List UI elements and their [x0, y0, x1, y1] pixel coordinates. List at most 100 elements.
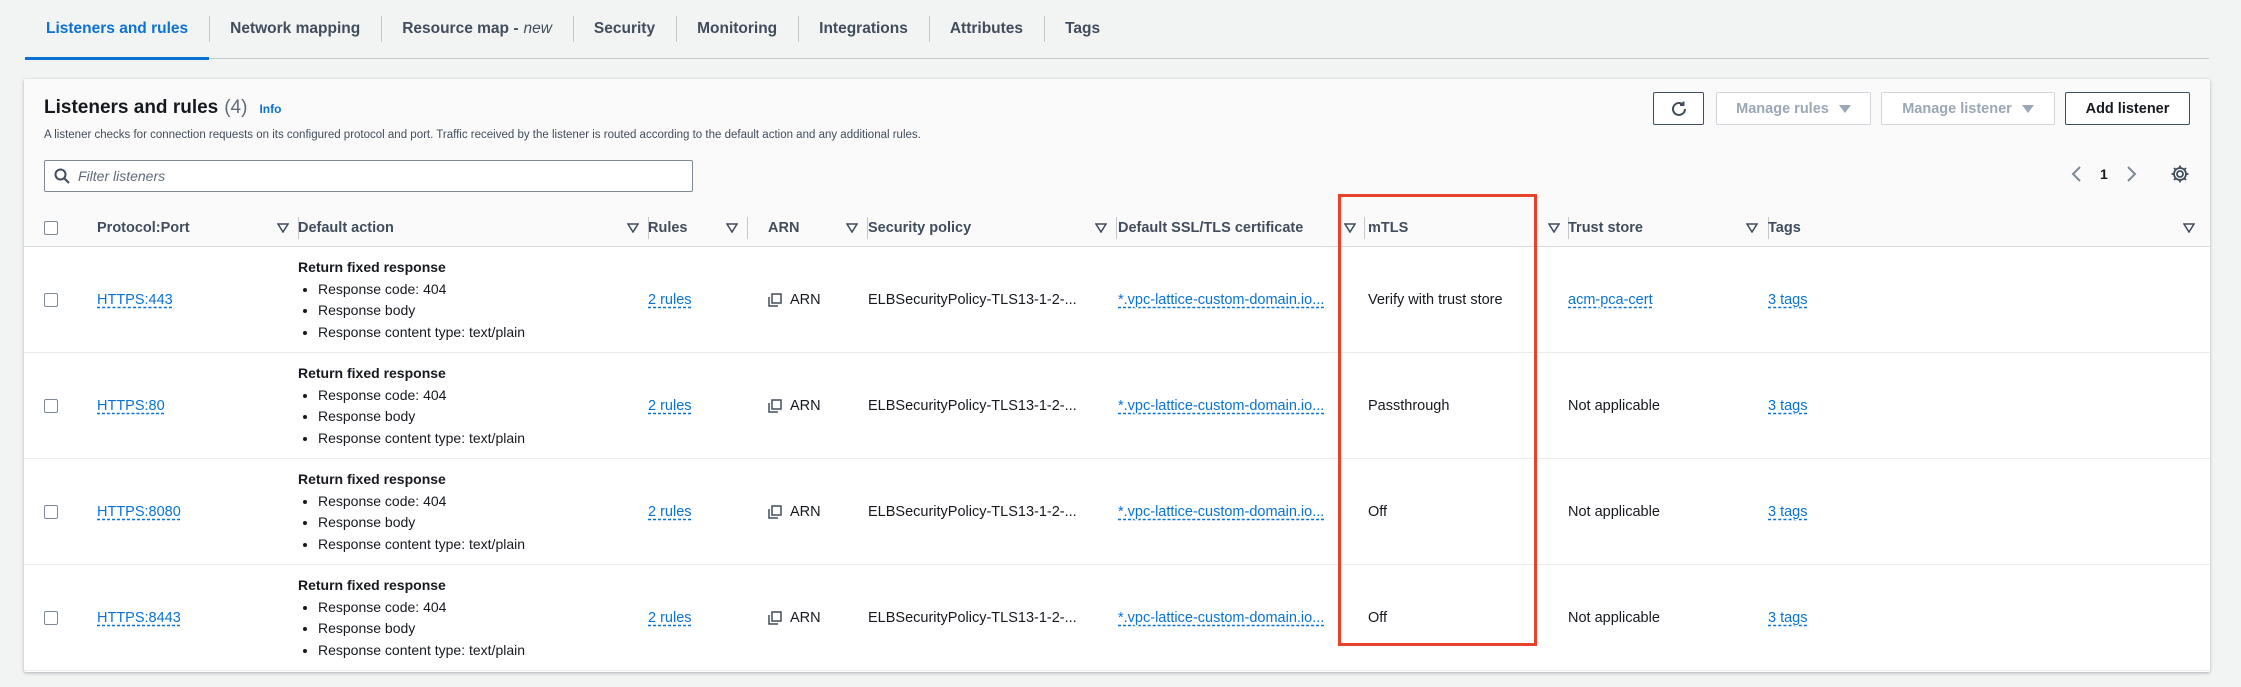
tab-attributes[interactable]: Attributes: [928, 0, 1044, 58]
column-label: mTLS: [1368, 220, 1409, 236]
certificate-link[interactable]: *.vpc-lattice-custom-domain.io...: [1118, 398, 1324, 414]
security-policy-cell: ELBSecurityPolicy-TLS13-1-2-...: [868, 565, 1077, 670]
column-certificate[interactable]: Default SSL/TLS certificate: [1118, 209, 1366, 247]
copy-icon[interactable]: [768, 398, 782, 413]
security-policy-value: ELBSecurityPolicy-TLS13-1-2-...: [868, 503, 1077, 520]
action-detail: Response body: [318, 406, 525, 428]
column-divider[interactable]: [1364, 217, 1365, 239]
column-protocol-port[interactable]: Protocol:Port: [97, 209, 299, 247]
sort-down-icon[interactable]: [2183, 223, 2195, 233]
row-checkbox[interactable]: [44, 504, 58, 519]
security-policy-value: ELBSecurityPolicy-TLS13-1-2-...: [868, 397, 1077, 414]
table-row[interactable]: HTTPS:8080 Return fixed response Respons…: [24, 459, 2210, 565]
listener-link[interactable]: HTTPS:443: [97, 292, 173, 308]
column-mtls[interactable]: mTLS: [1368, 209, 1569, 247]
trust-store-cell: Not applicable: [1568, 353, 1660, 458]
table-row[interactable]: HTTPS:8443 Return fixed response Respons…: [24, 565, 2210, 671]
action-detail: Response content type: text/plain: [318, 428, 525, 450]
manage-listener-label: Manage listener: [1902, 100, 2012, 117]
manage-rules-button[interactable]: Manage rules: [1716, 92, 1871, 125]
certificate-link[interactable]: *.vpc-lattice-custom-domain.io...: [1118, 292, 1324, 308]
certificate-cell: *.vpc-lattice-custom-domain.io...: [1118, 459, 1324, 564]
chevron-left-icon[interactable]: [2070, 165, 2084, 183]
sort-down-icon[interactable]: [1746, 223, 1758, 233]
action-details: Response code: 404 Response body Respons…: [318, 385, 525, 450]
sort-down-icon[interactable]: [277, 223, 289, 233]
copy-icon[interactable]: [768, 292, 782, 307]
tags-link[interactable]: 3 tags: [1768, 398, 1808, 414]
column-tags[interactable]: Tags: [1768, 209, 2210, 247]
arn-cell: ARN: [768, 247, 821, 352]
tags-link[interactable]: 3 tags: [1768, 504, 1808, 520]
sort-down-icon[interactable]: [1095, 223, 1107, 233]
page-number[interactable]: 1: [2100, 166, 2108, 182]
action-detail: Response body: [318, 300, 525, 322]
sort-down-icon[interactable]: [1548, 223, 1560, 233]
table-header: Protocol:Port Default action Rules ARN S…: [24, 209, 2210, 247]
listener-link[interactable]: HTTPS:8443: [97, 610, 181, 626]
manage-listener-button[interactable]: Manage listener: [1881, 92, 2055, 125]
listeners-panel: Listeners and rules (4) Info A listener …: [24, 79, 2210, 672]
tab-monitoring[interactable]: Monitoring: [676, 0, 798, 58]
chevron-right-icon[interactable]: [2124, 165, 2138, 183]
info-link[interactable]: Info: [259, 102, 281, 116]
rules-link[interactable]: 2 rules: [648, 398, 692, 414]
tab-resource-map[interactable]: Resource map - new: [381, 0, 573, 58]
copy-icon[interactable]: [768, 504, 782, 519]
column-divider[interactable]: [1116, 217, 1117, 239]
filter-listeners-input[interactable]: [78, 168, 668, 184]
certificate-link[interactable]: *.vpc-lattice-custom-domain.io...: [1118, 610, 1324, 626]
gear-icon[interactable]: [2170, 164, 2190, 184]
rules-link[interactable]: 2 rules: [648, 610, 692, 626]
tags-cell: 3 tags: [1768, 247, 1808, 352]
action-detail: Response code: 404: [318, 279, 525, 301]
tags-link[interactable]: 3 tags: [1768, 292, 1808, 308]
mtls-cell: Off: [1368, 565, 1387, 670]
table-row[interactable]: HTTPS:80 Return fixed response Response …: [24, 353, 2210, 459]
row-checkbox[interactable]: [44, 292, 58, 307]
sort-down-icon[interactable]: [846, 223, 858, 233]
mtls-value: Off: [1368, 609, 1388, 626]
listener-link[interactable]: HTTPS:80: [97, 398, 165, 414]
filter-listeners-field[interactable]: [44, 160, 693, 192]
rules-link[interactable]: 2 rules: [648, 504, 692, 520]
rules-link[interactable]: 2 rules: [648, 292, 692, 308]
tab-network-mapping[interactable]: Network mapping: [209, 0, 381, 58]
row-checkbox[interactable]: [44, 398, 58, 413]
tab-label: Integrations: [819, 20, 908, 37]
tags-link[interactable]: 3 tags: [1768, 610, 1808, 626]
listener-link[interactable]: HTTPS:8080: [97, 504, 181, 520]
sort-down-icon[interactable]: [1344, 223, 1356, 233]
tags-cell: 3 tags: [1768, 459, 1808, 564]
column-rules[interactable]: Rules: [648, 209, 768, 247]
column-security-policy[interactable]: Security policy: [868, 209, 1118, 247]
tab-integrations[interactable]: Integrations: [798, 0, 929, 58]
sort-down-icon[interactable]: [726, 223, 738, 233]
arn-cell: ARN: [768, 459, 821, 564]
action-detail: Response content type: text/plain: [318, 322, 525, 344]
refresh-button[interactable]: [1653, 92, 1704, 125]
table-row[interactable]: HTTPS:443 Return fixed response Response…: [24, 247, 2210, 353]
action-detail: Response body: [318, 512, 525, 534]
protocol-cell: HTTPS:8443: [97, 565, 181, 670]
add-listener-button[interactable]: Add listener: [2065, 92, 2190, 125]
column-divider[interactable]: [747, 217, 748, 239]
panel-title-text: Listeners and rules: [44, 97, 219, 118]
copy-icon[interactable]: [768, 610, 782, 625]
column-trust-store[interactable]: Trust store: [1568, 209, 1769, 247]
sort-down-icon[interactable]: [627, 223, 639, 233]
security-policy-value: ELBSecurityPolicy-TLS13-1-2-...: [868, 291, 1077, 308]
tab-tags[interactable]: Tags: [1044, 0, 1121, 58]
trust-store-cell: Not applicable: [1568, 459, 1660, 564]
rules-cell: 2 rules: [648, 459, 692, 564]
select-all-checkbox[interactable]: [44, 221, 58, 235]
column-default-action[interactable]: Default action: [298, 209, 654, 247]
row-checkbox[interactable]: [44, 610, 58, 625]
column-label: Trust store: [1568, 220, 1643, 236]
tab-listeners-and-rules[interactable]: Listeners and rules: [25, 0, 210, 60]
tab-security[interactable]: Security: [572, 0, 676, 58]
column-arn[interactable]: ARN: [768, 209, 868, 247]
action-details: Response code: 404 Response body Respons…: [318, 279, 525, 344]
certificate-link[interactable]: *.vpc-lattice-custom-domain.io...: [1118, 504, 1324, 520]
trust-store-value[interactable]: acm-pca-cert: [1568, 292, 1653, 308]
